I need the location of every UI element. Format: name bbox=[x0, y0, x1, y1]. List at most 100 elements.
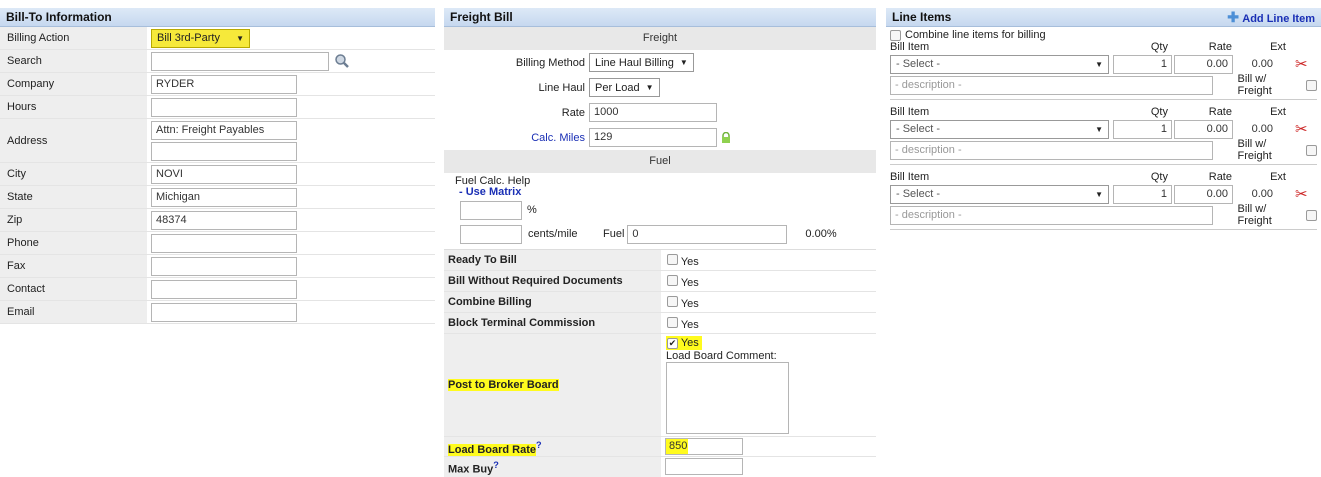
address-line2-input[interactable] bbox=[151, 141, 297, 161]
freight-section-header: Freight bbox=[444, 27, 876, 50]
address-line1-input[interactable]: Attn: Freight Payables bbox=[151, 120, 297, 140]
combine-line-items-label: Combine line items for billing bbox=[905, 29, 1046, 41]
fax-input[interactable] bbox=[151, 256, 297, 276]
combine-billing-checkbox[interactable] bbox=[667, 295, 678, 307]
line-item-desc-row: - description - Bill w/ Freight bbox=[890, 138, 1317, 162]
email-input[interactable] bbox=[151, 302, 297, 322]
fuel-label: Fuel bbox=[603, 228, 625, 240]
phone-input[interactable] bbox=[151, 233, 297, 253]
search-label: Search bbox=[0, 50, 147, 72]
state-input[interactable]: Michigan bbox=[151, 187, 297, 207]
description-input[interactable]: - description - bbox=[890, 75, 1213, 95]
bill-w-freight-checkbox[interactable] bbox=[1306, 209, 1317, 221]
bill-to-header: Bill-To Information bbox=[0, 8, 435, 27]
fuel-percent-input[interactable] bbox=[460, 200, 522, 220]
description-input[interactable]: - description - bbox=[890, 140, 1213, 160]
billing-method-select[interactable]: Line Haul Billing ▼ bbox=[589, 53, 694, 72]
use-matrix-link[interactable]: - Use Matrix bbox=[455, 187, 876, 198]
billing-method-row: Billing Method Line Haul Billing ▼ bbox=[444, 50, 876, 75]
bill-without-docs-yes: Yes bbox=[680, 277, 699, 289]
line-item-desc-row: - description - Bill w/ Freight bbox=[890, 203, 1317, 227]
bill-w-freight-checkbox[interactable] bbox=[1306, 79, 1317, 91]
plus-icon: ✚ bbox=[1227, 9, 1239, 25]
rate-input[interactable]: 1000 bbox=[589, 103, 717, 122]
fuel-percent-value: 0.00% bbox=[805, 228, 837, 240]
add-line-item-button[interactable]: ✚ Add Line Item bbox=[1227, 9, 1315, 26]
bill-item-select[interactable]: - Select - ▼ bbox=[890, 54, 1109, 74]
city-label: City bbox=[0, 163, 147, 185]
contact-input[interactable] bbox=[151, 279, 297, 299]
load-board-comment-textarea[interactable] bbox=[666, 362, 789, 434]
description-input[interactable]: - description - bbox=[890, 205, 1213, 225]
cents-per-mile-input[interactable] bbox=[460, 224, 522, 244]
line-item: Bill Item Qty Rate Ext - Select - ▼ 1 0.0… bbox=[890, 100, 1317, 165]
bill-item-select[interactable]: - Select - ▼ bbox=[890, 119, 1109, 139]
rate-input[interactable]: 0.00 bbox=[1174, 54, 1233, 74]
max-buy-row: Max Buy? bbox=[444, 457, 876, 477]
ready-to-bill-label: Ready To Bill bbox=[444, 250, 661, 270]
load-board-rate-input[interactable]: 850 bbox=[665, 438, 743, 455]
search-row: Search bbox=[0, 50, 435, 73]
bill-without-docs-checkbox[interactable] bbox=[667, 274, 678, 286]
chevron-down-icon: ▼ bbox=[1095, 189, 1103, 199]
phone-label: Phone bbox=[0, 232, 147, 254]
load-board-rate-row: Load Board Rate? 850 bbox=[444, 437, 876, 457]
scissors-icon[interactable]: ✂ bbox=[1295, 185, 1308, 203]
bill-item-select[interactable]: - Select - ▼ bbox=[890, 184, 1109, 204]
bill-w-freight-checkbox[interactable] bbox=[1306, 144, 1317, 156]
block-terminal-row: Block Terminal Commission Yes bbox=[444, 313, 876, 334]
line-item-fields: - Select - ▼ 1 0.00 0.00 ✂ bbox=[890, 118, 1317, 140]
contact-row: Contact bbox=[0, 278, 435, 301]
billing-action-row: Billing Action Bill 3rd-Party ▼ bbox=[0, 27, 435, 50]
calc-miles-input[interactable]: 129 bbox=[589, 128, 717, 147]
cents-mile-label: cents/mile bbox=[528, 228, 578, 240]
line-item-fields: - Select - ▼ 1 0.00 0.00 ✂ bbox=[890, 53, 1317, 75]
scissors-icon[interactable]: ✂ bbox=[1295, 120, 1308, 138]
search-icon[interactable] bbox=[334, 53, 350, 69]
ready-to-bill-yes: Yes bbox=[680, 256, 699, 268]
fuel-section-header: Fuel bbox=[444, 150, 876, 173]
qty-input[interactable]: 1 bbox=[1113, 184, 1172, 204]
fuel-input[interactable]: 0 bbox=[627, 224, 788, 244]
hours-label: Hours bbox=[0, 96, 147, 118]
line-items-panel: Line Items ✚ Add Line Item Combine line … bbox=[886, 8, 1321, 230]
company-input[interactable]: RYDER bbox=[151, 74, 297, 94]
load-board-comment-label: Load Board Comment: bbox=[666, 350, 777, 362]
line-item: Bill Item Qty Rate Ext - Select - ▼ 1 0.0… bbox=[890, 41, 1317, 100]
calc-miles-link[interactable]: Calc. Miles bbox=[444, 132, 589, 144]
ready-to-bill-checkbox[interactable] bbox=[667, 253, 678, 265]
bill-w-freight-label: Bill w/ Freight bbox=[1237, 203, 1272, 227]
search-input[interactable] bbox=[151, 51, 329, 71]
combine-billing-row: Combine Billing Yes bbox=[444, 292, 876, 313]
rate-input[interactable]: 0.00 bbox=[1174, 119, 1233, 139]
line-haul-label: Line Haul bbox=[538, 81, 585, 94]
city-row: City NOVI bbox=[0, 163, 435, 186]
city-input[interactable]: NOVI bbox=[151, 164, 297, 184]
post-broker-row: Post to Broker Board ✔ Yes Load Board Co… bbox=[444, 334, 876, 437]
help-icon[interactable]: ? bbox=[536, 440, 542, 450]
post-broker-checkbox[interactable]: ✔ bbox=[667, 337, 678, 349]
chevron-down-icon: ▼ bbox=[1095, 59, 1103, 69]
line-item-header: Bill Item Qty Rate Ext bbox=[890, 171, 1286, 183]
scissors-icon[interactable]: ✂ bbox=[1295, 55, 1308, 73]
billing-method-label: Billing Method bbox=[515, 56, 585, 69]
billing-action-select[interactable]: Bill 3rd-Party ▼ bbox=[151, 28, 250, 48]
qty-input[interactable]: 1 bbox=[1113, 54, 1172, 74]
rate-input[interactable]: 0.00 bbox=[1174, 184, 1233, 204]
combine-billing-label: Combine Billing bbox=[444, 292, 661, 312]
qty-input[interactable]: 1 bbox=[1113, 119, 1172, 139]
block-terminal-checkbox[interactable] bbox=[667, 316, 678, 328]
zip-input[interactable]: 48374 bbox=[151, 210, 297, 230]
email-row: Email bbox=[0, 301, 435, 324]
line-item-header: Bill Item Qty Rate Ext bbox=[890, 106, 1286, 118]
max-buy-input[interactable] bbox=[665, 458, 743, 475]
max-buy-cell: Max Buy? bbox=[444, 457, 661, 477]
help-icon[interactable]: ? bbox=[493, 460, 499, 470]
lock-icon[interactable] bbox=[721, 131, 731, 144]
rate-row: Rate 1000 bbox=[444, 100, 876, 125]
combine-line-items-checkbox[interactable] bbox=[890, 29, 901, 41]
fuel-percent-row: % bbox=[444, 198, 876, 222]
rate-label: Rate bbox=[561, 106, 585, 119]
hours-input[interactable] bbox=[151, 97, 297, 117]
line-haul-select[interactable]: Per Load ▼ bbox=[589, 78, 660, 97]
